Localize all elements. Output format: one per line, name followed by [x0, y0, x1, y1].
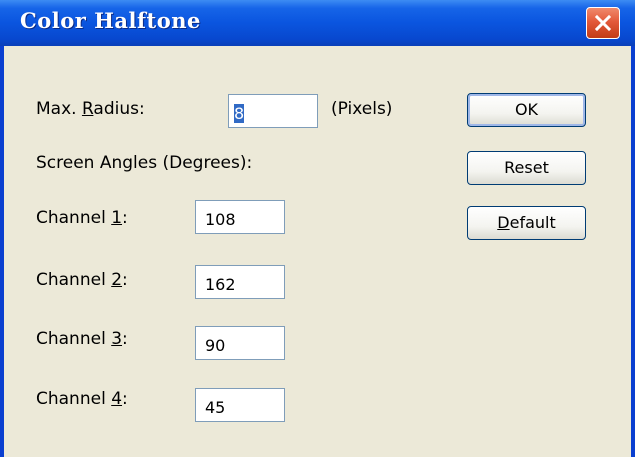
default-button[interactable]: Default: [467, 206, 586, 240]
channel-1-label: Channel 1:: [36, 208, 128, 228]
channel-2-label: Channel 2:: [36, 270, 128, 290]
channel-3-label: Channel 3:: [36, 329, 128, 349]
channel-2-input[interactable]: 162: [195, 265, 285, 299]
reset-button[interactable]: Reset: [467, 151, 586, 185]
channel-4-input[interactable]: 45: [195, 388, 285, 422]
screen-angles-label: Screen Angles (Degrees):: [36, 153, 253, 173]
channel-4-label: Channel 4:: [36, 389, 128, 409]
ok-button[interactable]: OK: [467, 93, 586, 127]
close-icon: [595, 15, 611, 31]
dialog-title: Color Halftone: [20, 8, 201, 33]
color-halftone-dialog: Color Halftone Max. Radius: 8 (Pixels) S…: [0, 0, 635, 457]
close-button[interactable]: [586, 7, 620, 39]
pixels-unit-label: (Pixels): [331, 99, 393, 119]
max-radius-value: 8: [234, 104, 245, 123]
channel-1-input[interactable]: 108: [195, 200, 285, 234]
channel-3-input[interactable]: 90: [195, 326, 285, 360]
title-bar[interactable]: Color Halftone: [0, 0, 635, 46]
max-radius-input[interactable]: 8: [228, 94, 318, 128]
max-radius-label: Max. Radius:: [36, 99, 145, 119]
